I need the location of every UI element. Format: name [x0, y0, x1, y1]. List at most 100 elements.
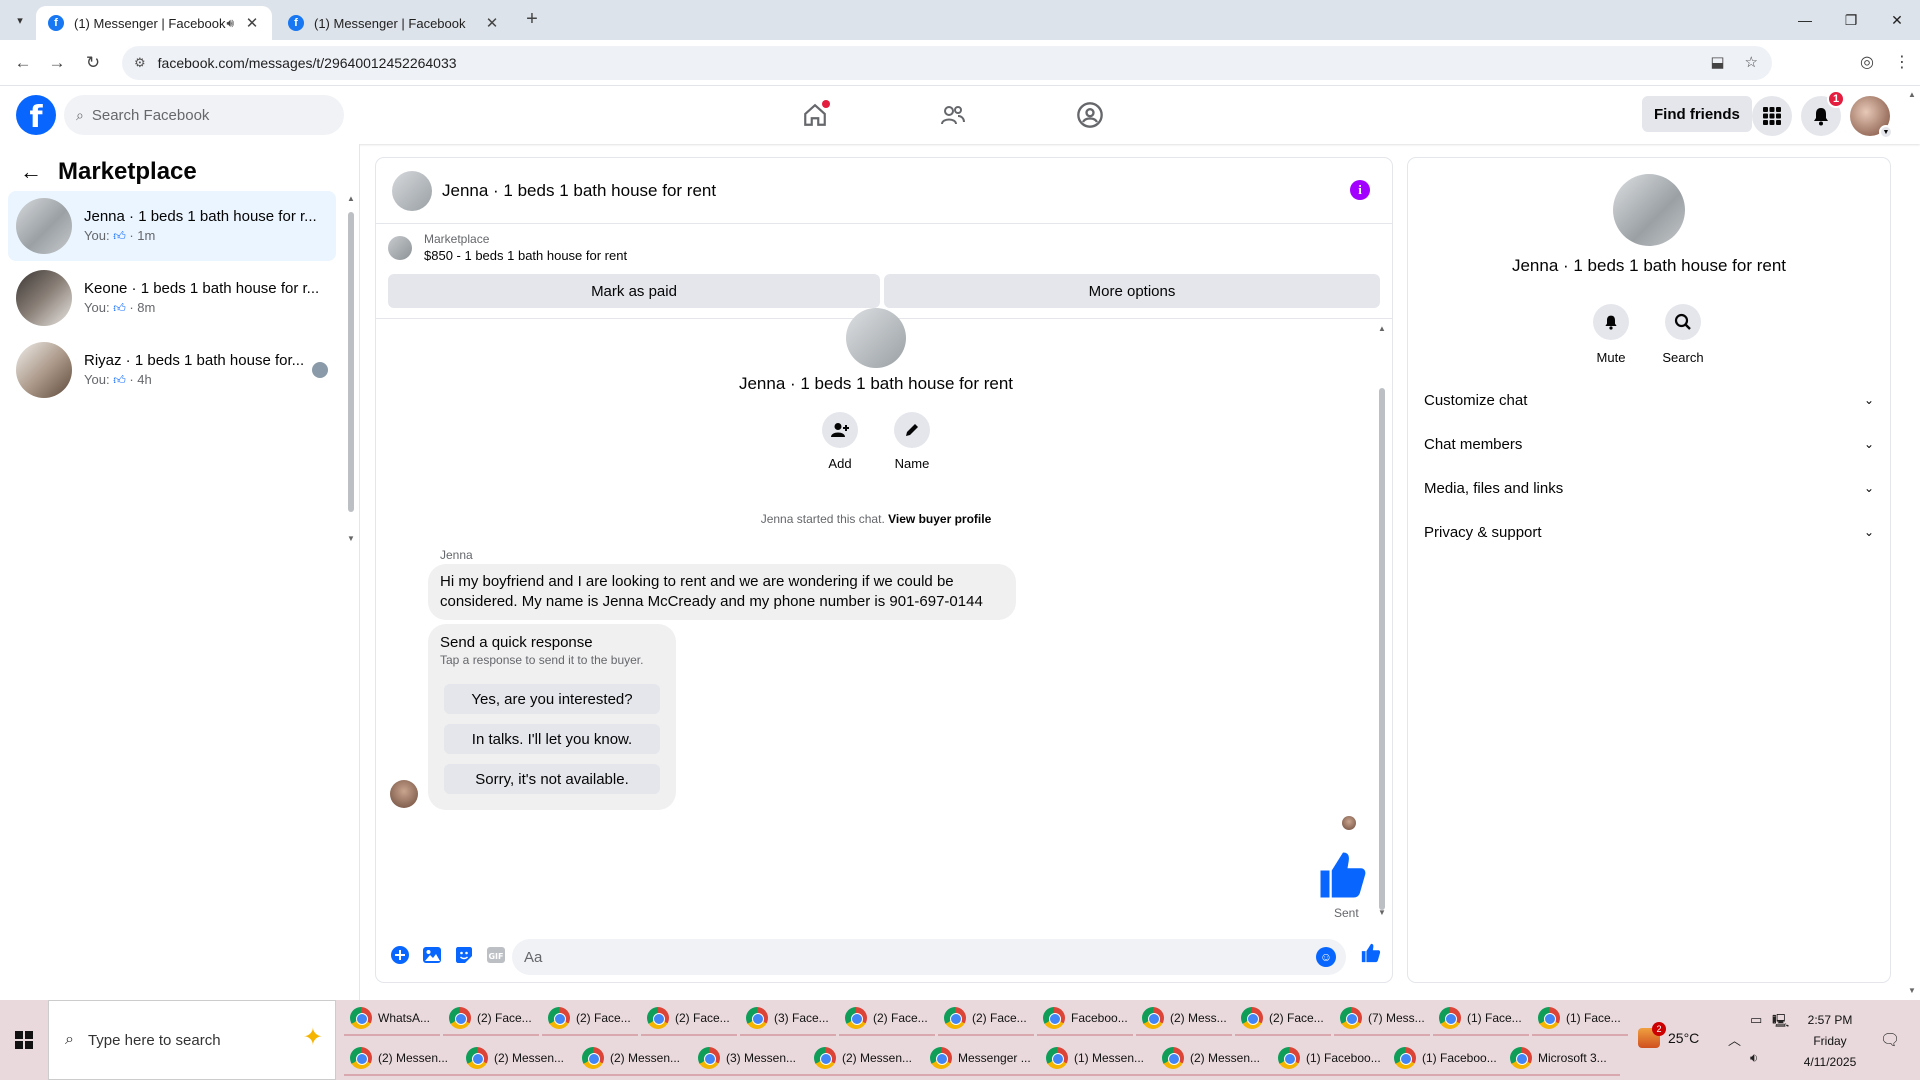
chat-avatar[interactable] — [392, 170, 432, 211]
quick-response-button[interactable]: Sorry, it's not available. — [444, 764, 660, 794]
close-tab-icon[interactable]: ✕ — [484, 14, 500, 32]
taskbar-item[interactable]: (2) Messen... — [344, 1042, 460, 1076]
url-field[interactable]: ⚙ facebook.com/messages/t/29640012452264… — [122, 46, 1772, 80]
taskbar-item[interactable]: (2) Face... — [443, 1002, 539, 1036]
add-people-button[interactable]: Add — [810, 412, 870, 471]
windows-start-icon[interactable] — [0, 1000, 48, 1080]
search-in-chat-button[interactable]: Search — [1653, 304, 1713, 365]
quick-response-button[interactable]: Yes, are you interested? — [444, 684, 660, 714]
account-avatar[interactable]: ▼ — [1850, 96, 1893, 139]
taskbar-item[interactable]: (1) Faceboo... — [1388, 1042, 1504, 1076]
scroll-down-icon[interactable]: ▼ — [1378, 908, 1386, 917]
home-icon[interactable] — [800, 100, 830, 130]
sidebar-scrollbar[interactable]: ▲ ▼ — [347, 194, 355, 543]
name-chat-button[interactable]: Name — [882, 412, 942, 471]
tab-search-button[interactable]: ▾ — [8, 8, 32, 32]
emoji-icon[interactable]: ☺ — [1316, 947, 1336, 967]
incoming-message-bubble[interactable]: Hi my boyfriend and I are looking to ren… — [428, 564, 1016, 620]
taskbar-item[interactable]: (7) Mess... — [1334, 1002, 1430, 1036]
scroll-up-icon[interactable]: ▲ — [1378, 324, 1386, 333]
taskbar-item[interactable]: (2) Messen... — [460, 1042, 576, 1076]
conversation-item[interactable]: Riyaz · 1 beds 1 bath house for... You: … — [8, 335, 336, 405]
menu-grid-icon[interactable] — [1752, 96, 1792, 136]
photo-icon[interactable] — [416, 939, 448, 971]
close-window-icon[interactable]: ✕ — [1874, 0, 1920, 40]
taskbar-item[interactable]: WhatsA... — [344, 1002, 440, 1036]
browser-tab-active[interactable]: f (1) Messenger | Facebook 🔊︎ ✕ — [36, 6, 272, 40]
taskbar-search-input[interactable]: ⌕ Type here to search ✦ — [48, 1000, 336, 1080]
restore-icon[interactable]: ❐ — [1828, 0, 1874, 40]
bookmark-star-icon[interactable]: ☆ — [1745, 53, 1758, 71]
find-friends-button[interactable]: Find friends — [1642, 96, 1752, 132]
taskbar-item[interactable]: (2) Face... — [641, 1002, 737, 1036]
gif-icon[interactable]: GIF — [480, 939, 512, 971]
conversation-item[interactable]: Keone · 1 beds 1 bath house for r... You… — [8, 263, 336, 333]
back-icon[interactable]: ← — [12, 52, 34, 74]
taskbar-item[interactable]: (2) Face... — [1235, 1002, 1331, 1036]
profile-icon[interactable]: ◎ — [1860, 52, 1874, 72]
system-clock[interactable]: 2:57 PM Friday 4/11/2025 — [1782, 1010, 1878, 1073]
show-hidden-icons-icon[interactable]: ︿ — [1728, 1030, 1741, 1049]
groups-icon[interactable] — [1075, 100, 1105, 130]
buyer-avatar[interactable] — [390, 780, 418, 808]
taskbar-item[interactable]: (2) Mess... — [1136, 1002, 1232, 1036]
chat-title[interactable]: Jenna · 1 beds 1 bath house for rent — [442, 181, 716, 201]
taskbar-item[interactable]: (2) Messen... — [808, 1042, 924, 1076]
mute-button[interactable]: Mute — [1581, 304, 1641, 365]
marketplace-listing-row[interactable]: Marketplace $850 - 1 beds 1 bath house f… — [388, 232, 627, 263]
thumbs-up-icon[interactable] — [1316, 848, 1370, 905]
conversation-item[interactable]: Jenna · 1 beds 1 bath house for r... You… — [8, 191, 336, 261]
site-info-icon[interactable]: ⚙ — [134, 55, 146, 71]
taskbar-item[interactable]: (1) Messen... — [1040, 1042, 1156, 1076]
meet-now-icon[interactable]: ▭ — [1750, 1012, 1762, 1028]
plus-circle-icon[interactable] — [384, 939, 416, 971]
new-tab-button[interactable]: + — [520, 8, 544, 31]
taskbar-item[interactable]: (2) Face... — [839, 1002, 935, 1036]
notifications-center-icon[interactable]: 🗨︎ — [1880, 1030, 1900, 1050]
mark-as-paid-button[interactable]: Mark as paid — [388, 274, 880, 308]
minimize-icon[interactable]: — — [1782, 0, 1828, 40]
scroll-down-icon[interactable]: ▼ — [347, 534, 355, 543]
page-scrollbar[interactable]: ▲ ▼ — [1904, 86, 1920, 1000]
taskbar-item[interactable]: (1) Face... — [1433, 1002, 1529, 1036]
facebook-search-input[interactable]: ⌕ Search Facebook — [64, 95, 344, 135]
taskbar-item[interactable]: (2) Face... — [542, 1002, 638, 1036]
taskbar-item[interactable]: Faceboo... — [1037, 1002, 1133, 1036]
reload-icon[interactable]: ↻ — [82, 52, 104, 74]
volume-icon[interactable]: 🔉︎ — [1750, 1050, 1758, 1066]
taskbar-item[interactable]: (3) Messen... — [692, 1042, 808, 1076]
taskbar-item[interactable]: (1) Faceboo... — [1272, 1042, 1388, 1076]
taskbar-item[interactable]: Microsoft 3... — [1504, 1042, 1620, 1076]
notifications-bell-icon[interactable]: 1 — [1801, 90, 1845, 136]
scrollbar-thumb[interactable] — [1379, 388, 1385, 910]
quick-response-button[interactable]: In talks. I'll let you know. — [444, 724, 660, 754]
send-like-icon[interactable] — [1360, 942, 1382, 967]
more-options-button[interactable]: More options — [884, 274, 1380, 308]
back-arrow-icon[interactable]: ← — [20, 159, 42, 185]
customize-chat-row[interactable]: Customize chat ⌄ — [1424, 382, 1874, 418]
taskbar-item[interactable]: (2) Face... — [938, 1002, 1034, 1036]
privacy-support-row[interactable]: Privacy & support ⌄ — [1424, 514, 1874, 550]
taskbar-item[interactable]: Messenger ... — [924, 1042, 1040, 1076]
taskbar-item[interactable]: (3) Face... — [740, 1002, 836, 1036]
taskbar-item[interactable]: (2) Messen... — [576, 1042, 692, 1076]
weather-widget[interactable]: 2 25°C — [1638, 1022, 1699, 1048]
browser-tab[interactable]: f (1) Messenger | Facebook ✕ — [276, 6, 512, 40]
friends-icon[interactable] — [938, 100, 968, 130]
scroll-down-icon[interactable]: ▼ — [1908, 986, 1916, 995]
chat-members-row[interactable]: Chat members ⌄ — [1424, 426, 1874, 462]
forward-icon[interactable]: → — [46, 52, 68, 74]
media-files-links-row[interactable]: Media, files and links ⌄ — [1424, 470, 1874, 506]
scrollbar-thumb[interactable] — [348, 212, 354, 512]
sticker-icon[interactable] — [448, 939, 480, 971]
close-tab-icon[interactable]: ✕ — [244, 14, 260, 32]
chat-scrollbar[interactable]: ▲ ▼ — [1376, 324, 1388, 918]
scroll-up-icon[interactable]: ▲ — [347, 194, 355, 203]
taskbar-item[interactable]: (2) Messen... — [1156, 1042, 1272, 1076]
speaker-icon[interactable]: 🔊︎ — [226, 16, 234, 31]
install-app-icon[interactable]: ⬓ — [1710, 53, 1724, 71]
message-input[interactable]: Aa ☺ — [512, 939, 1346, 975]
browser-menu-icon[interactable]: ⋮ — [1894, 52, 1910, 72]
scroll-up-icon[interactable]: ▲ — [1908, 90, 1916, 99]
view-buyer-profile-link[interactable]: View buyer profile — [888, 512, 991, 526]
